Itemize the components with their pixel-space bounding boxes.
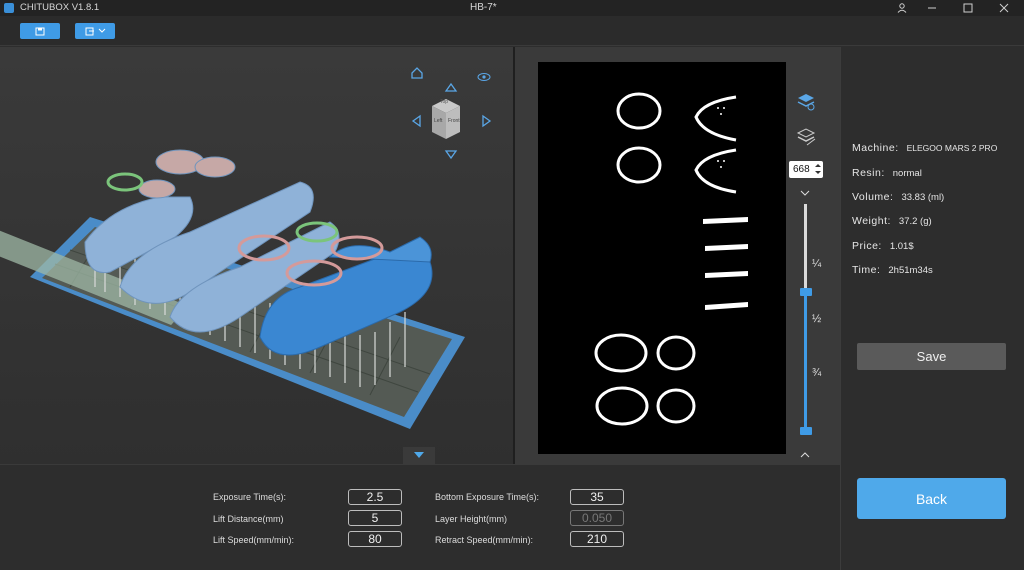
weight-info: Weight: 37.2 (g) [852,215,932,227]
bottom-exposure-time-label: Bottom Exposure Time(s): [435,492,540,502]
machine-info: Machine: ELEGOO MARS 2 PRO [852,142,998,154]
exposure-time-input[interactable]: 2.5 [348,489,402,505]
title-bar: CHITUBOX V1.8.1 HB-7* [0,0,1024,16]
spinner-arrows-icon[interactable] [815,163,821,175]
retract-speed-input[interactable]: 210 [570,531,624,547]
export-dropdown-button[interactable] [75,23,115,39]
print-parameters-panel [0,464,840,570]
slider-three-quarter-label: ¾ [812,367,822,379]
resin-value: normal [892,168,922,179]
resin-info: Resin: normal [852,167,922,179]
layer-height-input: 0.050 [570,510,624,526]
view-cube-top-label: Top [440,99,449,105]
layer-number-input[interactable]: 668 [789,161,823,178]
layer-up-chevron-icon[interactable] [799,184,811,196]
export-file-icon [85,27,94,35]
close-button[interactable] [990,0,1018,16]
rotate-right-arrow-icon[interactable] [481,114,493,128]
maximize-button[interactable] [954,0,982,16]
3d-viewport[interactable]: Top Left Front [0,47,513,464]
view-cube[interactable]: Top Left Front [426,96,466,144]
layer-height-label: Layer Height(mm) [435,514,508,524]
price-value: 1.01$ [889,241,914,252]
volume-value: 33.83 (ml) [901,192,945,203]
layer-slider-fill [804,292,807,432]
layers-visible-icon[interactable] [795,92,817,112]
save-button[interactable]: Save [857,343,1006,370]
view-cube-left-label: Left [434,118,443,124]
minimize-button[interactable] [918,0,946,16]
lift-distance-label: Lift Distance(mm) [213,514,284,524]
slider-quarter-label: ¼ [812,258,822,270]
volume-info: Volume: 33.83 (ml) [852,191,945,203]
bottom-exposure-time-input[interactable]: 35 [570,489,624,505]
price-info: Price: 1.01$ [852,240,914,252]
save-file-icon [35,27,45,35]
slider-half-label: ½ [812,313,822,325]
exposure-time-label: Exposure Time(s): [213,492,287,502]
rotate-left-arrow-icon[interactable] [410,114,422,128]
lift-speed-label: Lift Speed(mm/min): [213,535,295,545]
layer-slider-lower-handle[interactable] [800,427,812,435]
collapse-panel-button[interactable] [403,447,435,464]
lift-speed-input[interactable]: 80 [348,531,402,547]
user-icon[interactable] [888,0,916,16]
time-value: 2h51m34s [888,265,933,276]
save-file-button[interactable] [20,23,60,39]
back-button[interactable]: Back [857,478,1006,519]
home-view-icon[interactable] [410,66,424,80]
layer-number-value: 668 [793,164,810,175]
time-info: Time: 2h51m34s [852,264,933,276]
toolbar [0,16,1024,46]
layer-slider-upper-handle[interactable] [800,288,812,296]
retract-speed-label: Retract Speed(mm/min): [435,535,534,545]
view-cube-front-label: Front [448,118,460,124]
layers-hidden-icon[interactable] [795,127,817,147]
triangle-down-icon [414,452,424,458]
app-name: CHITUBOX V1.8.1 [20,2,100,13]
document-title: HB-7* [470,2,497,13]
rotate-down-arrow-icon[interactable] [444,148,458,160]
layer-down-chevron-icon[interactable] [799,446,811,458]
visibility-eye-icon[interactable] [477,69,491,81]
slice-layer-image [538,62,786,454]
chitubox-logo-icon [4,3,14,13]
lift-distance-input[interactable]: 5 [348,510,402,526]
machine-value: ELEGOO MARS 2 PRO [906,143,998,153]
chevron-down-icon [98,28,105,33]
rotate-up-arrow-icon[interactable] [444,80,458,92]
weight-value: 37.2 (g) [898,216,932,227]
